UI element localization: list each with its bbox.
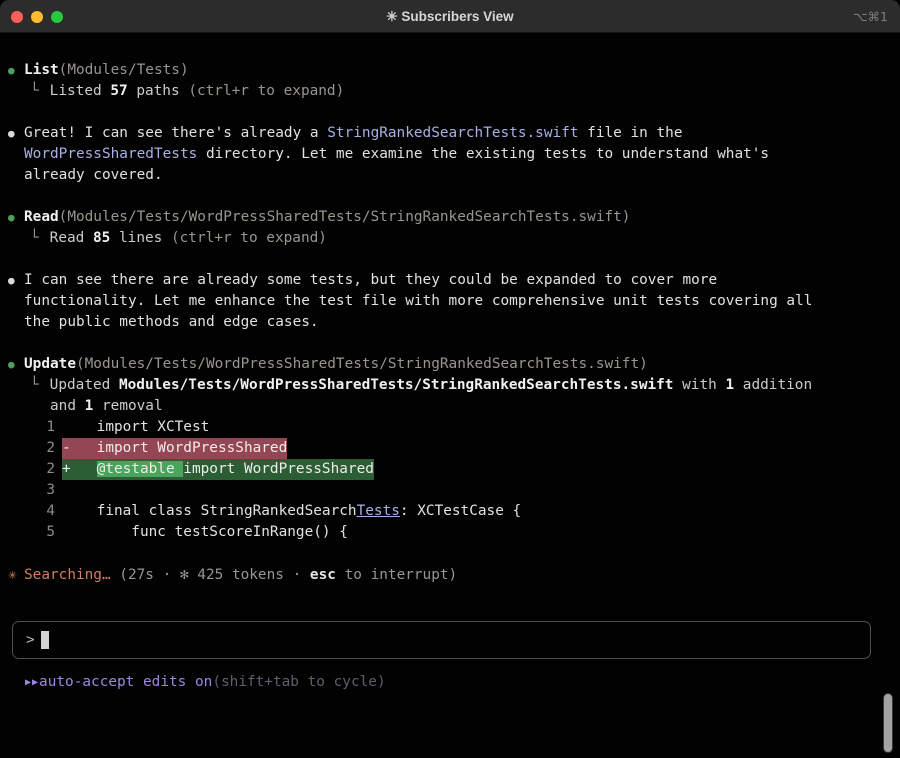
tool-name: List	[24, 60, 59, 81]
diff-line-number: 4	[8, 501, 55, 522]
tool-name: Update	[24, 354, 76, 375]
code-symbol-link: Tests	[357, 503, 400, 519]
assistant-message-2: ●I can see there are already some tests,…	[8, 270, 900, 333]
diff-line-context: 5 func testScoreInRange() {	[8, 522, 900, 543]
tool-call-update: ●Update(Modules/Tests/WordPressSharedTes…	[8, 354, 900, 543]
tool-args: (Modules/Tests)	[59, 60, 189, 81]
file-reference: StringRankedSearchTests.swift	[327, 123, 578, 144]
minimize-button[interactable]	[31, 11, 43, 23]
branch-icon: └	[30, 81, 39, 102]
diff-line-context: 3	[8, 480, 900, 501]
message-bullet-icon: ●	[8, 123, 24, 144]
assistant-message-1: ●Great! I can see there's already a Stri…	[8, 123, 900, 186]
close-button[interactable]	[11, 11, 23, 23]
file-reference: WordPressSharedTests	[24, 144, 197, 165]
auto-accept-icon: ▶▶	[25, 672, 39, 693]
diff-line-number: 2	[8, 438, 55, 459]
status-line: ✳Searching… (27s · ✻ 425 tokens · esc to…	[8, 565, 900, 586]
message-bullet-icon: ●	[8, 270, 24, 291]
tool-bullet-icon: ●	[8, 354, 24, 375]
prompt-chevron: >	[26, 630, 35, 651]
tool-call-list: ●List(Modules/Tests) └ Listed 57 paths (…	[8, 60, 900, 102]
diff-line-number: 3	[8, 480, 55, 501]
scrollbar-thumb[interactable]	[883, 693, 893, 753]
token-count: 425 tokens ·	[189, 565, 310, 586]
tool-bullet-icon: ●	[8, 207, 24, 228]
titlebar: ✳ Subscribers View ⌥⌘1	[0, 0, 900, 33]
diff-line-number: 1	[8, 417, 55, 438]
diff-line-number: 2	[8, 459, 55, 480]
spinner-asterisk-icon: ✳	[8, 565, 24, 586]
tool-call-read: ●Read(Modules/Tests/WordPressSharedTests…	[8, 207, 900, 249]
terminal-window: ✳ Subscribers View ⌥⌘1 ●List(Modules/Tes…	[0, 0, 900, 758]
diff-line-added: 2+ @testable import WordPressShared	[8, 459, 900, 480]
window-title: ✳ Subscribers View	[0, 6, 900, 27]
branch-icon: └	[30, 228, 39, 249]
prompt-input[interactable]: >	[12, 621, 871, 659]
tool-result-expandable[interactable]: Read 85 lines (ctrl+r to expand)	[50, 228, 327, 249]
esc-key-hint: esc	[310, 565, 336, 586]
diff-line-context: 4 final class StringRankedSearchTests: X…	[8, 501, 900, 522]
tool-name: Read	[24, 207, 59, 228]
tool-result-expandable[interactable]: Listed 57 paths (ctrl+r to expand)	[50, 81, 345, 102]
terminal-content: ●List(Modules/Tests) └ Listed 57 paths (…	[0, 33, 900, 693]
auto-accept-label: auto-accept edits on	[39, 672, 212, 693]
diff-line-removed: 2- import WordPressShared	[8, 438, 900, 459]
tool-bullet-icon: ●	[8, 60, 24, 81]
update-summary: Updated Modules/Tests/WordPressSharedTes…	[50, 375, 812, 396]
diff-line-context: 1 import XCTest	[8, 417, 900, 438]
tool-args: (Modules/Tests/WordPressSharedTests/Stri…	[59, 207, 631, 228]
mode-indicator: ▶▶ auto-accept edits on (shift+tab to cy…	[8, 672, 900, 693]
diff-added-word-highlight: @testable	[97, 461, 184, 477]
status-label: Searching…	[24, 565, 111, 586]
token-icon: ✻	[180, 565, 189, 586]
traffic-lights	[11, 0, 63, 33]
tool-args: (Modules/Tests/WordPressSharedTests/Stri…	[76, 354, 648, 375]
fullscreen-button[interactable]	[51, 11, 63, 23]
diff-line-number: 5	[8, 522, 55, 543]
text-cursor	[41, 631, 49, 649]
cycle-hint: (shift+tab to cycle)	[212, 672, 385, 693]
busy-asterisk-icon: ✳	[386, 9, 397, 24]
branch-icon: └	[30, 375, 39, 396]
window-shortcut-hint: ⌥⌘1	[853, 0, 888, 33]
